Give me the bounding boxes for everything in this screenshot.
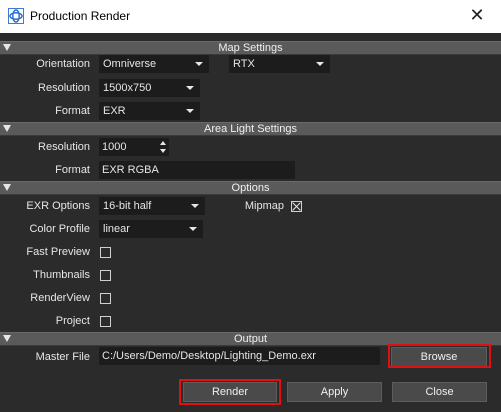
- color-profile-value: linear: [103, 223, 130, 235]
- thumbnails-label: Thumbnails: [33, 269, 90, 281]
- section-area-light-settings[interactable]: Area Light Settings: [0, 122, 501, 136]
- mipmap-checkbox[interactable]: [291, 201, 302, 212]
- mipmap-label: Mipmap: [244, 200, 284, 212]
- area-resolution-spinbox[interactable]: 1000: [99, 138, 169, 156]
- section-title: Area Light Settings: [204, 123, 297, 135]
- area-resolution-label: Resolution: [38, 141, 90, 153]
- close-icon[interactable]: ✕: [467, 5, 487, 25]
- window-title: Production Render: [30, 9, 131, 23]
- close-button[interactable]: Close: [392, 382, 487, 402]
- area-format-field[interactable]: EXR RGBA: [99, 161, 295, 179]
- title-bar: Production Render ✕: [0, 0, 501, 33]
- render-button[interactable]: Render: [183, 382, 277, 402]
- section-title: Output: [233, 333, 268, 345]
- spin-down-icon[interactable]: [160, 149, 166, 153]
- fast-preview-checkbox[interactable]: [100, 247, 111, 258]
- section-title: Map Settings: [218, 42, 283, 54]
- format-value: EXR: [103, 105, 126, 117]
- chevron-down-icon: [191, 204, 199, 208]
- apply-button[interactable]: Apply: [287, 382, 382, 402]
- resolution-dropdown[interactable]: 1500x750: [99, 79, 200, 97]
- chevron-down-icon: [316, 62, 324, 66]
- renderview-checkbox[interactable]: [100, 293, 111, 304]
- master-file-field[interactable]: C:/Users/Demo/Desktop/Lighting_Demo.exr: [99, 347, 380, 365]
- color-profile-dropdown[interactable]: linear: [99, 220, 203, 238]
- area-format-value: EXR RGBA: [102, 164, 159, 176]
- exr-options-dropdown[interactable]: 16-bit half: [99, 197, 205, 215]
- exr-options-value: 16-bit half: [103, 200, 152, 212]
- omniverse-icon: [8, 8, 24, 24]
- chevron-down-icon: [195, 62, 203, 66]
- orientation-label: Orientation: [36, 58, 90, 70]
- section-options[interactable]: Options: [0, 181, 501, 195]
- orientation-dropdown[interactable]: Omniverse: [99, 55, 209, 73]
- chevron-down-icon: [189, 227, 197, 231]
- exr-options-label: EXR Options: [26, 200, 90, 212]
- renderer-dropdown[interactable]: RTX: [229, 55, 330, 73]
- area-resolution-value: 1000: [102, 141, 127, 153]
- section-map-settings[interactable]: Map Settings: [0, 41, 501, 55]
- color-profile-label: Color Profile: [29, 223, 90, 235]
- resolution-label: Resolution: [38, 82, 90, 94]
- orientation-value: Omniverse: [103, 58, 157, 70]
- area-format-label: Format: [55, 164, 90, 176]
- section-output[interactable]: Output: [0, 332, 501, 346]
- project-checkbox[interactable]: [100, 316, 111, 327]
- chevron-down-icon: [186, 109, 194, 113]
- spin-up-icon[interactable]: [160, 141, 166, 145]
- renderview-label: RenderView: [30, 292, 90, 304]
- browse-button[interactable]: Browse: [391, 347, 487, 367]
- master-file-value: C:/Users/Demo/Desktop/Lighting_Demo.exr: [102, 350, 316, 362]
- chevron-down-icon: [186, 86, 194, 90]
- format-label: Format: [55, 105, 90, 117]
- resolution-value: 1500x750: [103, 82, 152, 94]
- renderer-value: RTX: [233, 58, 255, 70]
- section-title: Options: [231, 182, 270, 194]
- format-dropdown[interactable]: EXR: [99, 102, 200, 120]
- thumbnails-checkbox[interactable]: [100, 270, 111, 281]
- fast-preview-label: Fast Preview: [26, 246, 90, 258]
- project-label: Project: [55, 315, 90, 327]
- dialog-body: Map Settings Orientation Omniverse RTX R…: [0, 33, 501, 412]
- master-file-label: Master File: [35, 351, 90, 363]
